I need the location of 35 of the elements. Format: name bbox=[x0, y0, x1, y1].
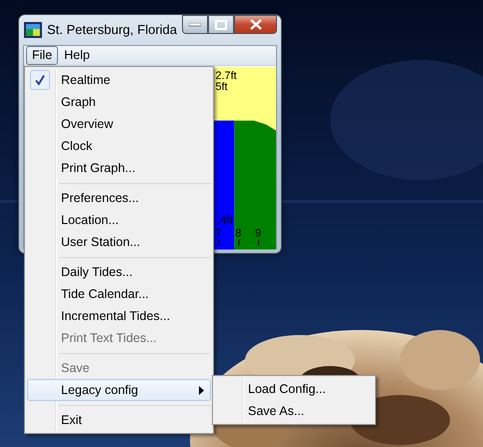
tide-height-label: 2.7ft bbox=[215, 70, 237, 82]
menu-bar-item[interactable]: Help bbox=[58, 46, 96, 65]
minimize-button[interactable] bbox=[182, 15, 208, 34]
menu-item[interactable]: Graph bbox=[27, 91, 211, 113]
hour-tick bbox=[238, 240, 240, 246]
menu-item[interactable]: Save As... bbox=[215, 400, 373, 422]
menu-item[interactable]: Clock bbox=[27, 135, 211, 157]
menu-item[interactable]: Legacy config bbox=[27, 379, 211, 401]
maximize-icon bbox=[215, 20, 227, 30]
hour-tick bbox=[218, 240, 220, 246]
menu-item[interactable]: Incremental Tides... bbox=[27, 305, 211, 327]
close-button[interactable] bbox=[234, 15, 277, 34]
menu-item[interactable]: Preferences... bbox=[27, 187, 211, 209]
tide-height-label: .4ft bbox=[217, 214, 233, 227]
hour-label: 7 bbox=[215, 228, 222, 240]
menu-item[interactable]: Realtime bbox=[27, 69, 211, 91]
window-title: St. Petersburg, Florida bbox=[46, 21, 177, 40]
close-icon bbox=[250, 19, 262, 30]
menu-item[interactable]: Overview bbox=[27, 113, 211, 135]
menu-item[interactable]: Location... bbox=[27, 209, 211, 231]
submenu-arrow-icon bbox=[199, 386, 204, 395]
hour-tick bbox=[258, 240, 260, 246]
minimize-icon bbox=[189, 22, 201, 26]
menu-item[interactable]: Load Config... bbox=[215, 378, 373, 400]
hour-label: 8 bbox=[235, 228, 242, 240]
menu-item[interactable]: Exit bbox=[27, 409, 211, 431]
hour-label: 9 bbox=[255, 228, 262, 240]
app-icon bbox=[24, 22, 42, 38]
menu-bar-item[interactable]: File bbox=[26, 46, 58, 65]
menu-item[interactable]: Print Graph... bbox=[27, 157, 211, 179]
menu-item[interactable]: User Station... bbox=[27, 231, 211, 253]
menu-item[interactable]: Tide Calendar... bbox=[27, 283, 211, 305]
maximize-button[interactable] bbox=[208, 15, 234, 34]
menu-item[interactable]: Daily Tides... bbox=[27, 261, 211, 283]
tide-height-label: 5ft bbox=[215, 80, 228, 93]
